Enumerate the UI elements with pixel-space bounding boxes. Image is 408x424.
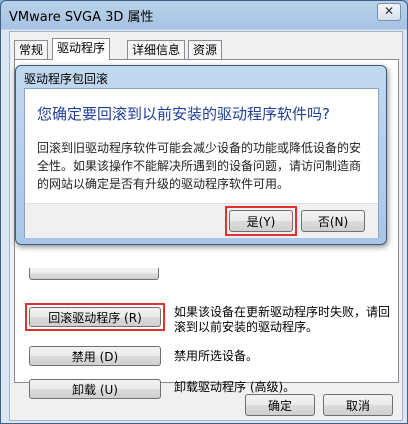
rollback-highlight bbox=[25, 303, 165, 331]
close-button[interactable]: ✕ bbox=[377, 3, 401, 21]
disable-label: 禁用 (D) bbox=[71, 350, 119, 364]
yes-highlight bbox=[225, 206, 297, 236]
tab-general[interactable]: 常规 bbox=[14, 40, 49, 59]
window-title: VMware SVGA 3D 属性 bbox=[9, 10, 154, 25]
ok-button[interactable]: 确定 bbox=[245, 394, 315, 416]
ok-label: 确定 bbox=[267, 399, 292, 413]
close-icon: ✕ bbox=[383, 4, 395, 18]
properties-window: VMware SVGA 3D 属性 ✕ 常规 驱动程序 详细信息 资源 回滚驱动… bbox=[0, 0, 408, 424]
tab-driver[interactable]: 驱动程序 bbox=[52, 38, 111, 60]
tab-details-label: 详细信息 bbox=[132, 43, 181, 57]
tab-resources[interactable]: 资源 bbox=[188, 40, 223, 59]
dialog-heading: 您确定要回滚到以前安装的驱动程序软件吗? bbox=[37, 105, 330, 123]
title-bar: VMware SVGA 3D 属性 ✕ bbox=[1, 1, 407, 29]
dialog-message: 回滚到旧驱动程序软件可能会减少设备的功能或降低设备的安全性。如果该操作不能解决所… bbox=[37, 141, 362, 191]
tab-resources-label: 资源 bbox=[193, 43, 218, 57]
tab-details[interactable]: 详细信息 bbox=[127, 40, 186, 59]
update-driver-button-partial[interactable] bbox=[29, 268, 159, 280]
uninstall-label: 卸载 (U) bbox=[72, 383, 118, 397]
disable-button[interactable]: 禁用 (D) bbox=[29, 346, 161, 366]
tab-driver-label: 驱动程序 bbox=[57, 41, 106, 55]
disable-description: 禁用所选设备。 bbox=[174, 349, 259, 363]
no-button[interactable]: 否(N) bbox=[301, 210, 365, 232]
dialog-footer: 是(Y) 否(N) bbox=[25, 203, 378, 238]
cancel-button[interactable]: 取消 bbox=[323, 394, 393, 416]
rollback-confirm-dialog: 驱动程序包回滚 您确定要回滚到以前安装的驱动程序软件吗? 回滚到旧驱动程序软件可… bbox=[15, 65, 387, 245]
no-label: 否(N) bbox=[317, 215, 349, 229]
uninstall-description: 卸载驱动程序 (高级)。 bbox=[174, 380, 296, 394]
uninstall-button[interactable]: 卸载 (U) bbox=[29, 379, 161, 399]
dialog-title: 驱动程序包回滚 bbox=[24, 72, 109, 86]
dialog-body: 您确定要回滚到以前安装的驱动程序软件吗? 回滚到旧驱动程序软件可能会减少设备的功… bbox=[24, 88, 379, 238]
tab-general-label: 常规 bbox=[19, 43, 44, 57]
rollback-description: 如果该设备在更新驱动程序时失败，请回滚到以前安装的驱动程序。 bbox=[174, 305, 391, 334]
cancel-label: 取消 bbox=[345, 399, 370, 413]
